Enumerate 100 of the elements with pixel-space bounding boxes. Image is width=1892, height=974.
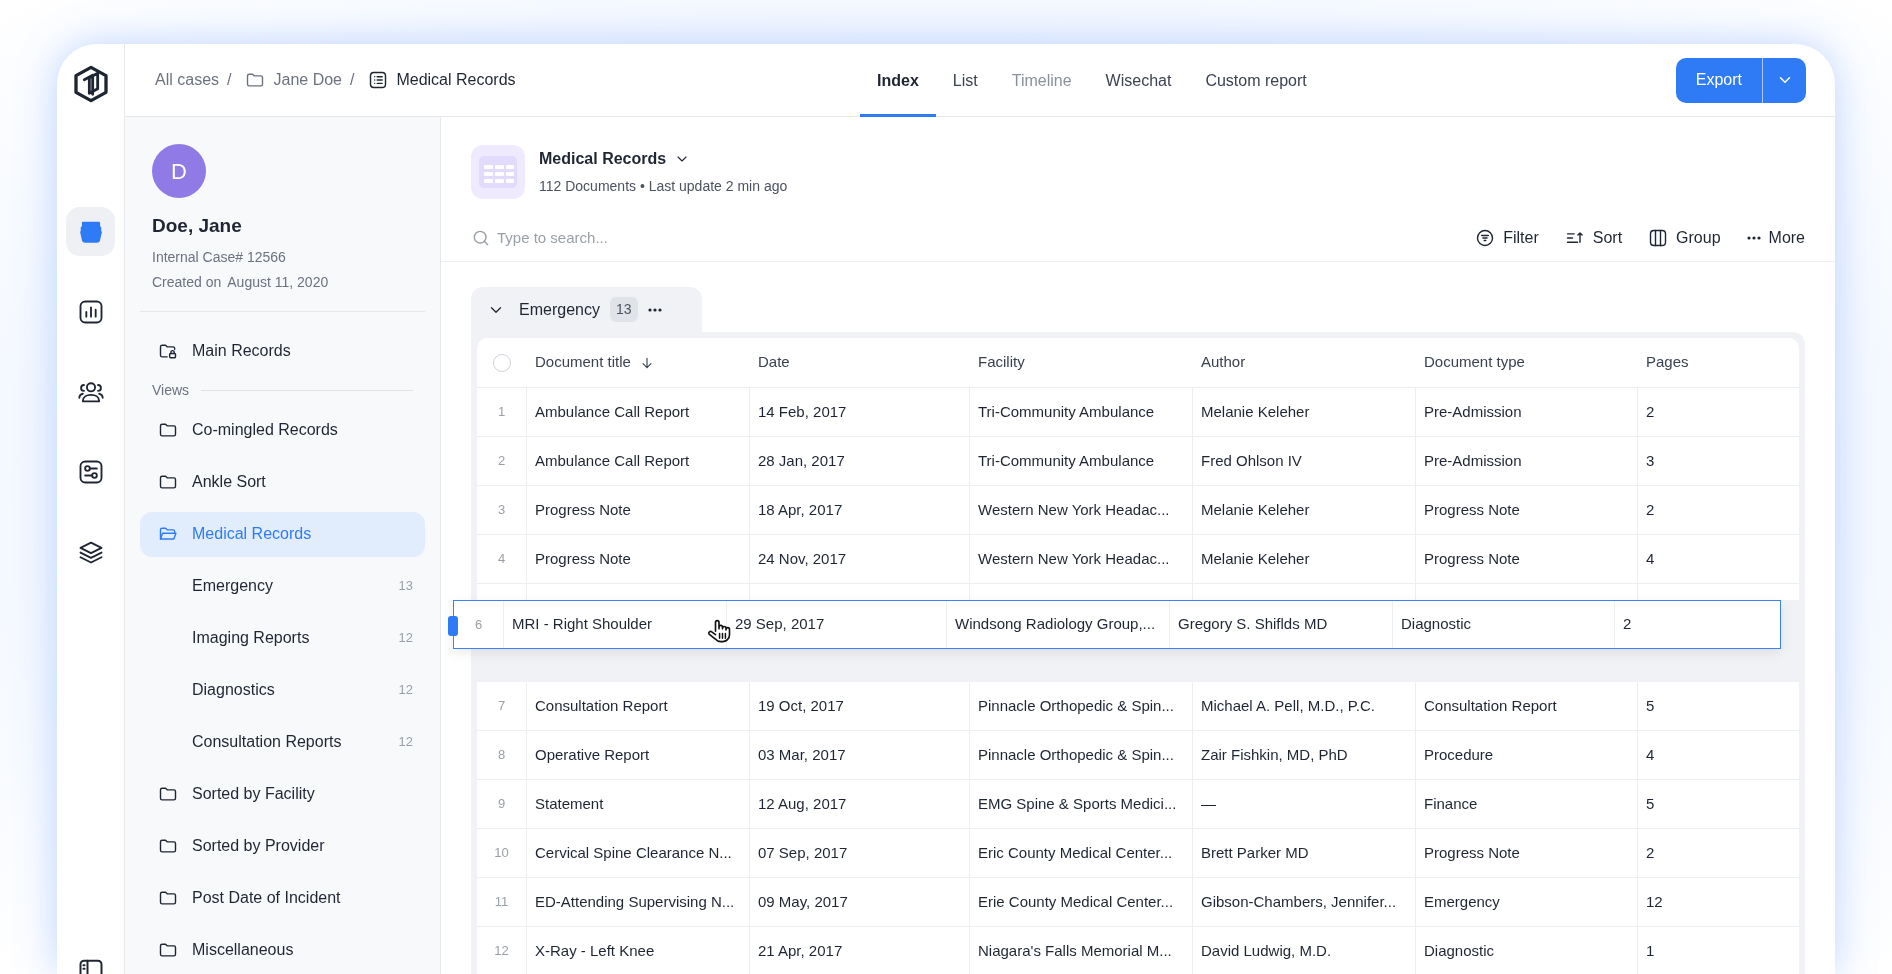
more-icon[interactable] bbox=[647, 307, 662, 312]
sort-button[interactable]: Sort bbox=[1564, 226, 1623, 250]
breadcrumb-link[interactable]: Jane Doe bbox=[273, 68, 342, 92]
table-cell: Pre-Admission bbox=[1416, 437, 1638, 485]
table-cell: Western New York Headac... bbox=[970, 486, 1193, 534]
view-tab[interactable]: Index bbox=[860, 44, 936, 117]
table-cell-text: 2 bbox=[1645, 401, 1656, 422]
table-cell: Procedure bbox=[1416, 731, 1638, 779]
folder-icon bbox=[158, 888, 178, 908]
item-count: 12 bbox=[398, 733, 413, 752]
row-number: 2 bbox=[477, 437, 527, 485]
column-header[interactable]: Document title bbox=[527, 338, 750, 387]
section-label: Views bbox=[152, 381, 190, 400]
table-cell-text: 4 bbox=[1645, 548, 1656, 569]
folder-icon bbox=[245, 70, 266, 90]
records-stack-button[interactable] bbox=[66, 207, 115, 256]
select-all-checkbox[interactable] bbox=[493, 353, 511, 372]
table-cell-text: 5 bbox=[1645, 695, 1656, 716]
folder-icon bbox=[158, 784, 178, 804]
table-cell: ED-Attending Supervising N... bbox=[527, 878, 750, 926]
sidebar-item[interactable]: Co-mingled Records bbox=[140, 407, 425, 453]
view-tab[interactable]: List bbox=[935, 44, 995, 117]
table-cell: Tri-Community Ambulance bbox=[970, 388, 1193, 436]
folder-icon bbox=[158, 420, 178, 440]
table-cell: Pinnacle Orthopedic & Spin... bbox=[970, 731, 1193, 779]
sidebar-item[interactable]: Miscellaneous bbox=[140, 927, 425, 973]
table-cell: Ambulance Call Report bbox=[527, 437, 750, 485]
filter-icon bbox=[1475, 228, 1496, 248]
column-header[interactable]: Document type bbox=[1416, 338, 1638, 387]
list-icon bbox=[368, 70, 389, 90]
table-thumbnail-icon bbox=[471, 145, 525, 199]
table-cell: David Ludwig, M.D. bbox=[1193, 927, 1416, 974]
table-cell: 21 Apr, 2017 bbox=[750, 927, 970, 974]
table-cell: Consultation Report bbox=[1416, 682, 1638, 730]
table-cell-text: 1 bbox=[1645, 940, 1656, 961]
table-cell: Brett Parker MD bbox=[1193, 829, 1416, 877]
table-cell: Gregory S. Shiflds MD bbox=[1170, 601, 1393, 648]
column-header[interactable]: Author bbox=[1193, 338, 1416, 387]
table-cell: Western New York Headac... bbox=[970, 535, 1193, 583]
created-date: August 11, 2020 bbox=[227, 272, 329, 292]
folder-icon bbox=[158, 940, 178, 960]
table-cell: Ambulance Call Report bbox=[527, 388, 750, 436]
more-icon bbox=[1746, 236, 1761, 240]
sidebar-item[interactable]: Sorted by Facility bbox=[140, 771, 425, 817]
sidebar-item[interactable]: Post Date of Incident bbox=[140, 875, 425, 921]
group-button[interactable]: Group bbox=[1648, 226, 1721, 250]
table-cell: 18 Apr, 2017 bbox=[750, 486, 970, 534]
filter-button[interactable]: Filter bbox=[1475, 226, 1539, 250]
search-field[interactable]: Type to search... bbox=[497, 226, 747, 250]
sidebar-item[interactable]: Sorted by Provider bbox=[140, 823, 425, 869]
view-title-dropdown[interactable]: Medical Records bbox=[539, 147, 788, 171]
group-tab[interactable]: Emergency 13 bbox=[471, 287, 702, 332]
sidebar-item[interactable]: Main Records bbox=[140, 328, 425, 374]
breadcrumb-link[interactable]: Medical Records bbox=[396, 68, 516, 92]
table-cell: X-Ray - Left Knee bbox=[527, 927, 750, 974]
view-tab[interactable]: Custom report bbox=[1188, 44, 1324, 117]
sidebar-subitem[interactable]: Emergency 13 bbox=[140, 563, 425, 609]
table-cell: 14 Feb, 2017 bbox=[750, 388, 970, 436]
table-cell: Consultation Report bbox=[527, 682, 750, 730]
sidebar-item[interactable]: Ankle Sort bbox=[140, 459, 425, 505]
table-cell: Pinnacle Orthopedic & Spin... bbox=[970, 682, 1193, 730]
table-cell: Gibson-Chambers, Jennifer... bbox=[1193, 878, 1416, 926]
table-cell: Fred Ohlson IV bbox=[1193, 437, 1416, 485]
row-number: 11 bbox=[477, 878, 527, 926]
item-count: 13 bbox=[398, 577, 413, 596]
table-cell: Emergency bbox=[1416, 878, 1638, 926]
sidebar-subitem[interactable]: Consultation Reports 12 bbox=[140, 719, 425, 765]
table-cell: Cervical Spine Clearance N... bbox=[527, 829, 750, 877]
table-cell: Windsong Radiology Group,... bbox=[947, 601, 1170, 648]
dragged-row[interactable]: 6 MRI - Right Shoulder 29 Sep, 2017 Windsong Radiology Group,... Gregory S. Shiflds MD Diagnostic 2 bbox=[453, 600, 1781, 649]
case-number: Internal Case# 12566 bbox=[152, 247, 287, 267]
table-cell: 12 Aug, 2017 bbox=[750, 780, 970, 828]
view-tab[interactable]: Wisechat bbox=[1088, 44, 1189, 117]
row-number: 9 bbox=[477, 780, 527, 828]
table-cell-text: 5 bbox=[1645, 793, 1656, 814]
more-button[interactable]: More bbox=[1746, 226, 1805, 250]
table-cell: Progress Note bbox=[527, 486, 750, 534]
item-count: 12 bbox=[398, 681, 413, 700]
export-dropdown-button[interactable] bbox=[1762, 57, 1806, 103]
table-cell-text: 2 bbox=[1622, 614, 1633, 635]
row-number: 4 bbox=[477, 535, 527, 583]
drag-handle[interactable] bbox=[448, 616, 458, 636]
columns-icon bbox=[1648, 228, 1669, 248]
breadcrumb-separator: / bbox=[227, 70, 232, 90]
item-count: 12 bbox=[398, 629, 413, 648]
column-header[interactable]: Pages bbox=[1638, 338, 1799, 387]
export-button[interactable]: Export bbox=[1675, 57, 1762, 103]
column-header[interactable]: Facility bbox=[970, 338, 1193, 387]
sidebar-subitem[interactable]: Diagnostics 12 bbox=[140, 667, 425, 713]
breadcrumb-link[interactable]: All cases bbox=[155, 68, 220, 92]
table-cell: Diagnostic bbox=[1416, 927, 1638, 974]
table-cell-text: 2 bbox=[1645, 842, 1656, 863]
table-cell: 19 Oct, 2017 bbox=[750, 682, 970, 730]
search-icon bbox=[471, 228, 491, 248]
sidebar-subitem[interactable]: Imaging Reports 12 bbox=[140, 615, 425, 661]
table-cell: Statement bbox=[527, 780, 750, 828]
folder-icon bbox=[158, 472, 178, 492]
table-cell-text: 2 bbox=[1645, 499, 1656, 520]
column-header[interactable]: Date bbox=[750, 338, 970, 387]
table-cell: 03 Mar, 2017 bbox=[750, 731, 970, 779]
